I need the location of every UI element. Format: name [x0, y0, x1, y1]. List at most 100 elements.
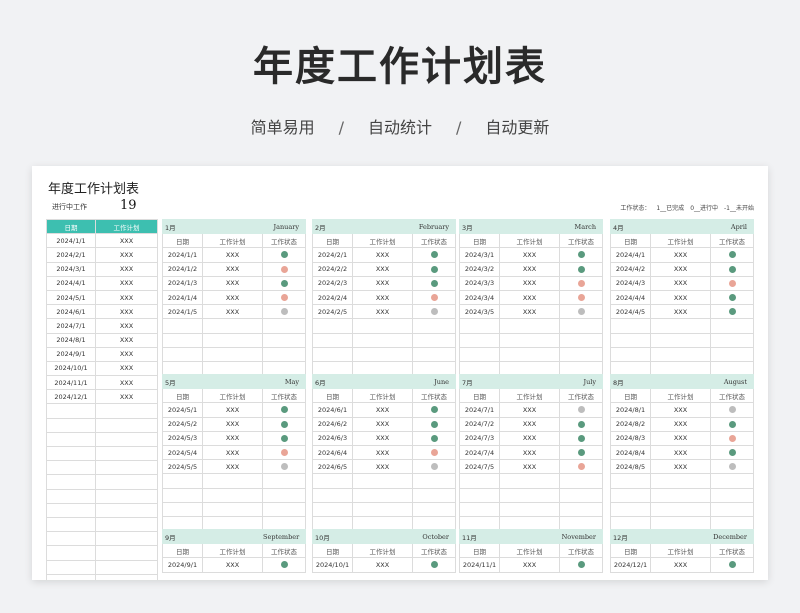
- status-cell[interactable]: [710, 487, 755, 503]
- summary-date-cell[interactable]: [46, 559, 96, 575]
- plan-cell[interactable]: [498, 318, 561, 334]
- plan-cell[interactable]: [351, 501, 414, 517]
- date-cell[interactable]: [312, 487, 353, 503]
- summary-date-cell[interactable]: [46, 531, 96, 547]
- status-cell[interactable]: [412, 332, 457, 348]
- date-cell[interactable]: 2024/5/1: [162, 402, 203, 418]
- plan-cell[interactable]: [649, 487, 712, 503]
- status-cell[interactable]: [710, 459, 755, 475]
- status-cell[interactable]: [262, 459, 307, 475]
- date-cell[interactable]: 2024/5/3: [162, 430, 203, 446]
- date-cell[interactable]: [459, 473, 500, 489]
- plan-cell[interactable]: XXX: [351, 430, 414, 446]
- summary-plan-cell[interactable]: [95, 531, 158, 547]
- status-cell[interactable]: [559, 332, 604, 348]
- date-cell[interactable]: 2024/2/2: [312, 261, 353, 277]
- date-cell[interactable]: [610, 318, 651, 334]
- date-cell[interactable]: [610, 473, 651, 489]
- summary-date-cell[interactable]: [46, 417, 96, 433]
- summary-plan-cell[interactable]: XXX: [95, 247, 158, 263]
- summary-plan-cell[interactable]: XXX: [95, 389, 158, 405]
- date-cell[interactable]: 2024/3/4: [459, 289, 500, 306]
- summary-plan-cell[interactable]: XXX: [95, 332, 158, 348]
- plan-cell[interactable]: [498, 473, 561, 489]
- plan-cell[interactable]: XXX: [498, 247, 561, 263]
- inprogress-count[interactable]: 19: [120, 198, 137, 213]
- plan-cell[interactable]: XXX: [351, 444, 414, 461]
- status-cell[interactable]: [710, 247, 755, 263]
- plan-cell[interactable]: XXX: [201, 444, 264, 461]
- date-cell[interactable]: 2024/3/3: [459, 275, 500, 291]
- status-cell[interactable]: [559, 501, 604, 517]
- date-cell[interactable]: [162, 487, 203, 503]
- date-cell[interactable]: 2024/4/4: [610, 289, 651, 306]
- plan-cell[interactable]: XXX: [201, 304, 264, 320]
- date-cell[interactable]: 2024/8/2: [610, 416, 651, 432]
- plan-cell[interactable]: [498, 487, 561, 503]
- date-cell[interactable]: 2024/1/5: [162, 304, 203, 320]
- status-cell[interactable]: [412, 402, 457, 418]
- summary-date-cell[interactable]: [46, 516, 96, 533]
- plan-cell[interactable]: XXX: [649, 304, 712, 320]
- status-cell[interactable]: [559, 444, 604, 461]
- date-cell[interactable]: 2024/2/1: [312, 247, 353, 263]
- status-cell[interactable]: [710, 501, 755, 517]
- plan-cell[interactable]: XXX: [498, 275, 561, 291]
- plan-cell[interactable]: [498, 332, 561, 348]
- status-cell[interactable]: [559, 261, 604, 277]
- status-cell[interactable]: [710, 318, 755, 334]
- status-cell[interactable]: [559, 275, 604, 291]
- status-cell[interactable]: [710, 416, 755, 432]
- plan-cell[interactable]: [649, 473, 712, 489]
- summary-date-cell[interactable]: [46, 403, 96, 419]
- plan-cell[interactable]: XXX: [649, 289, 712, 306]
- date-cell[interactable]: 2024/10/1: [312, 557, 353, 573]
- plan-cell[interactable]: [201, 346, 264, 362]
- status-cell[interactable]: [262, 261, 307, 277]
- summary-plan-cell[interactable]: XXX: [95, 375, 158, 391]
- date-cell[interactable]: [610, 487, 651, 503]
- summary-date-cell[interactable]: [46, 431, 96, 448]
- status-cell[interactable]: [710, 444, 755, 461]
- status-cell[interactable]: [412, 275, 457, 291]
- status-cell[interactable]: [710, 402, 755, 418]
- status-cell[interactable]: [412, 444, 457, 461]
- date-cell[interactable]: 2024/1/4: [162, 289, 203, 306]
- status-cell[interactable]: [412, 261, 457, 277]
- status-cell[interactable]: [559, 487, 604, 503]
- date-cell[interactable]: 2024/3/2: [459, 261, 500, 277]
- summary-date-cell[interactable]: [46, 460, 96, 476]
- summary-plan-cell[interactable]: [95, 445, 158, 462]
- plan-cell[interactable]: [498, 501, 561, 517]
- date-cell[interactable]: 2024/11/1: [459, 557, 500, 573]
- date-cell[interactable]: 2024/1/3: [162, 275, 203, 291]
- summary-date-cell[interactable]: 2024/6/1: [46, 304, 96, 320]
- date-cell[interactable]: [610, 501, 651, 517]
- date-cell[interactable]: [312, 318, 353, 334]
- date-cell[interactable]: [162, 346, 203, 362]
- plan-cell[interactable]: XXX: [498, 304, 561, 320]
- date-cell[interactable]: 2024/6/3: [312, 430, 353, 446]
- status-cell[interactable]: [412, 473, 457, 489]
- plan-cell[interactable]: [649, 332, 712, 348]
- status-cell[interactable]: [262, 416, 307, 432]
- status-cell[interactable]: [559, 247, 604, 263]
- summary-plan-cell[interactable]: [95, 460, 158, 476]
- summary-date-cell[interactable]: [46, 502, 96, 518]
- date-cell[interactable]: 2024/4/2: [610, 261, 651, 277]
- date-cell[interactable]: 2024/8/3: [610, 430, 651, 446]
- status-cell[interactable]: [710, 430, 755, 446]
- date-cell[interactable]: 2024/5/4: [162, 444, 203, 461]
- status-cell[interactable]: [262, 318, 307, 334]
- date-cell[interactable]: 2024/9/1: [162, 557, 203, 573]
- status-cell[interactable]: [262, 289, 307, 306]
- date-cell[interactable]: 2024/5/5: [162, 459, 203, 475]
- status-cell[interactable]: [559, 346, 604, 362]
- date-cell[interactable]: 2024/8/1: [610, 402, 651, 418]
- date-cell[interactable]: 2024/3/5: [459, 304, 500, 320]
- status-cell[interactable]: [710, 304, 755, 320]
- date-cell[interactable]: 2024/1/1: [162, 247, 203, 263]
- status-cell[interactable]: [412, 304, 457, 320]
- summary-date-cell[interactable]: 2024/11/1: [46, 375, 96, 391]
- plan-cell[interactable]: [201, 473, 264, 489]
